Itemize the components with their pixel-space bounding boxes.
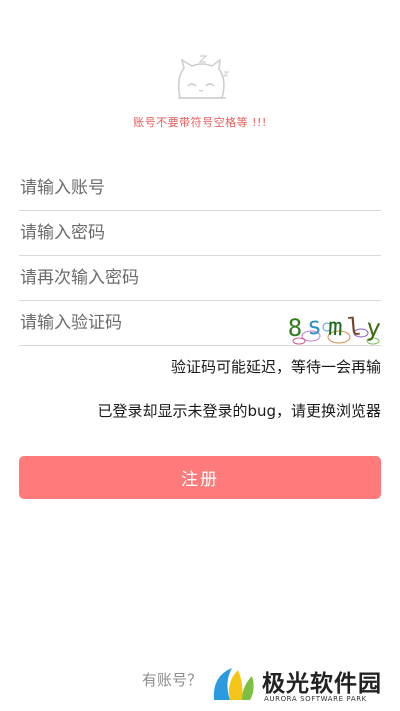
password-input[interactable]	[19, 211, 381, 255]
captcha-char: y	[365, 314, 381, 343]
captcha-image[interactable]: 8smly	[281, 303, 381, 345]
have-account-link[interactable]: 有账号？	[142, 669, 202, 690]
confirm-password-field-row	[19, 256, 381, 301]
account-warning-text: 账号不要带符号空格等 !!!	[133, 116, 267, 129]
account-field-row	[19, 166, 381, 211]
captcha-input[interactable]	[19, 301, 274, 345]
captcha-field-row: 8smly	[19, 301, 381, 346]
password-field-row	[19, 211, 381, 256]
captcha-char: m	[327, 313, 343, 342]
captcha-char: s	[306, 312, 322, 341]
confirm-password-input[interactable]	[19, 256, 381, 300]
captcha-delay-note: 验证码可能延迟，等待一会再输	[170, 358, 381, 376]
captcha-char: 8	[288, 314, 302, 342]
account-input[interactable]	[19, 166, 381, 210]
register-button[interactable]: 注册	[19, 456, 381, 499]
watermark: 极光软件园 AURORA SOFTWARE PARK	[208, 660, 394, 708]
captcha-char: l	[346, 312, 363, 341]
sleepy-cat-icon	[177, 55, 230, 99]
watermark-name: 极光软件园	[262, 671, 382, 697]
aurora-logo-icon	[213, 668, 254, 700]
login-bug-note: 已登录却显示未登录的bug，请更换浏览器	[97, 402, 381, 420]
watermark-subtitle: AURORA SOFTWARE PARK	[264, 695, 367, 703]
